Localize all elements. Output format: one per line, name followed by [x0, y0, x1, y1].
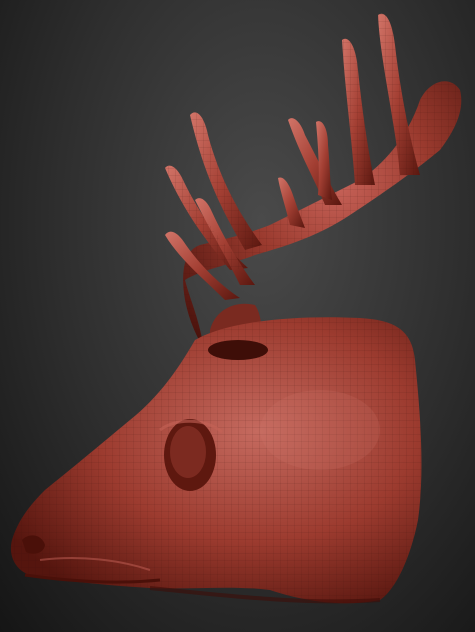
moose-head: [10, 317, 422, 604]
antler-tine: [288, 118, 342, 205]
moose-sculpt-render: [10, 13, 462, 604]
antler: [165, 13, 462, 366]
antler-socket: [208, 340, 268, 360]
sculpt-viewport[interactable]: [0, 0, 475, 632]
